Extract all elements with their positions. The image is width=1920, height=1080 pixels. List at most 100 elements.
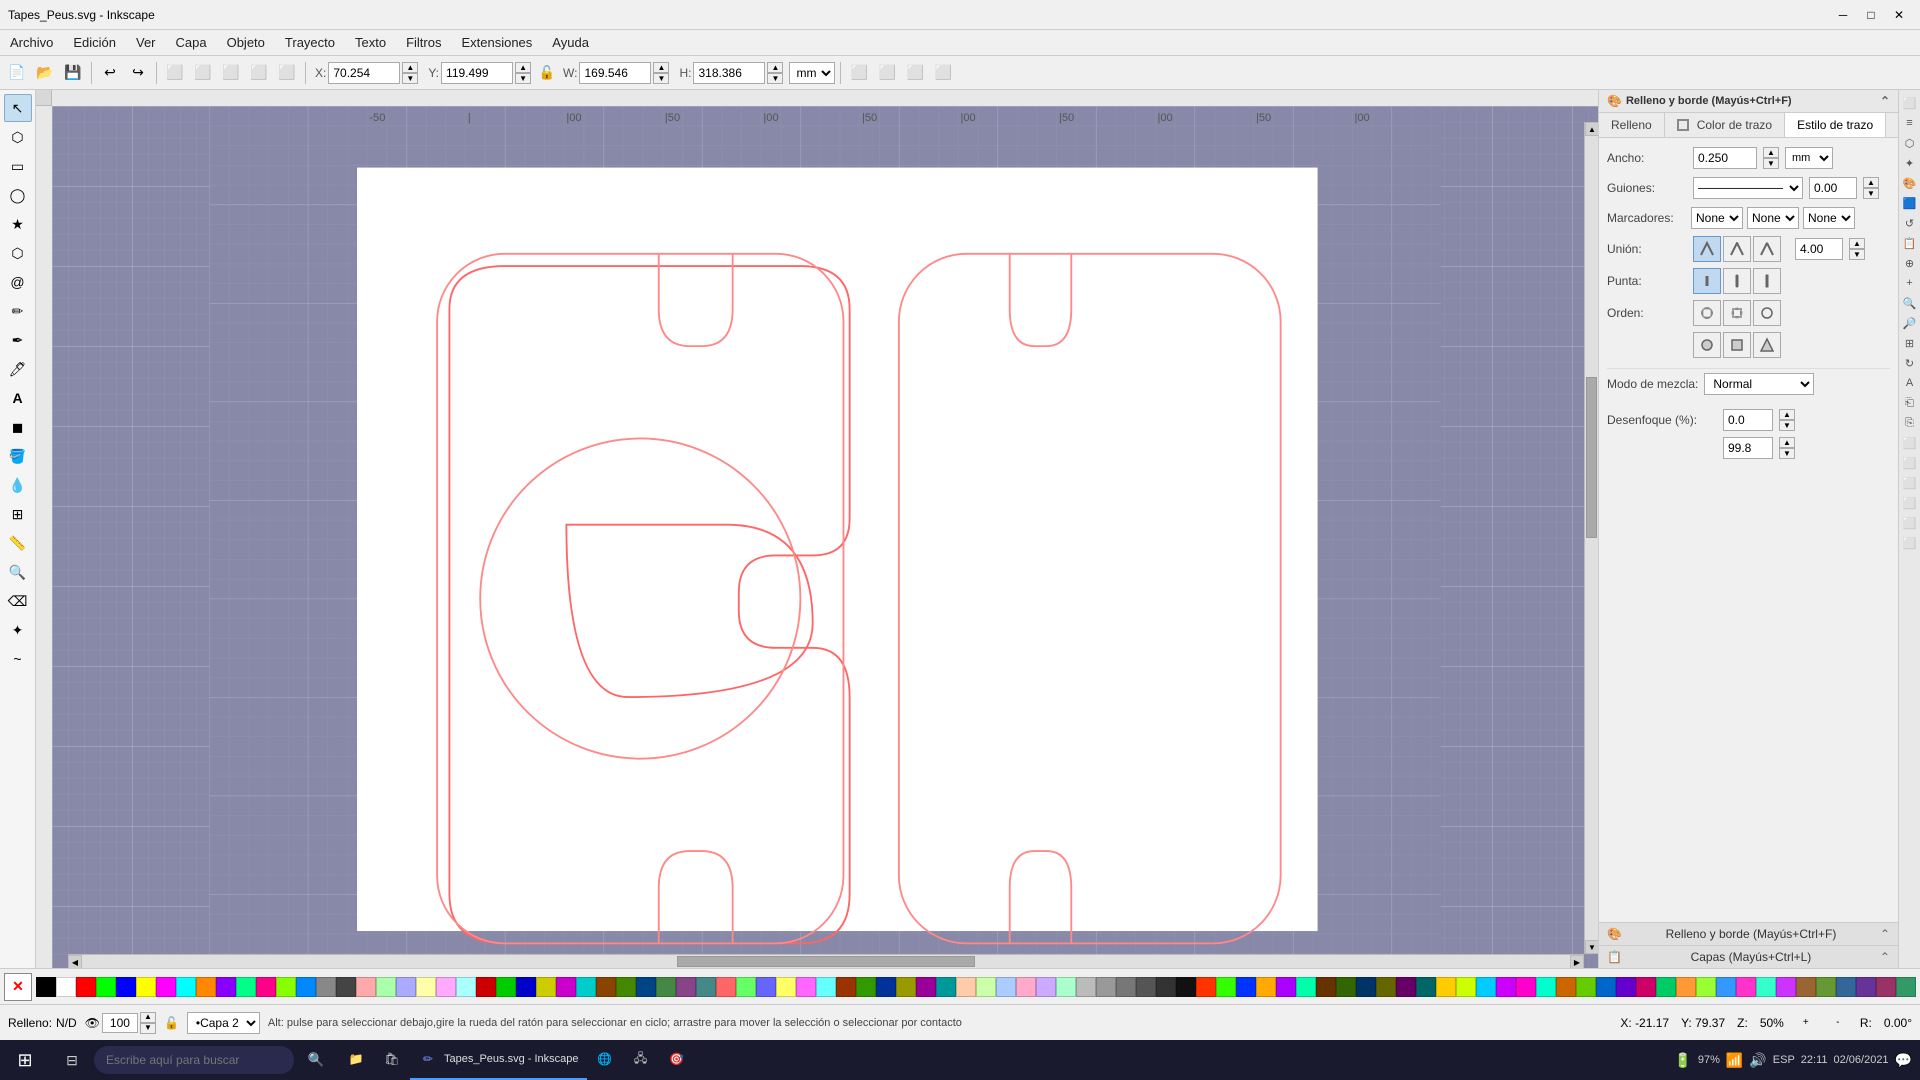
horizontal-scrollbar[interactable]: ◀ ▶ bbox=[68, 954, 1584, 968]
extra3[interactable]: ⬜ bbox=[1901, 474, 1919, 492]
palette-swatch-1[interactable] bbox=[56, 977, 76, 997]
eraser-tool[interactable]: ⌫ bbox=[4, 587, 32, 615]
palette-swatch-29[interactable] bbox=[616, 977, 636, 997]
scroll-up-btn[interactable]: ▲ bbox=[1585, 122, 1598, 136]
opacity-down[interactable]: ▼ bbox=[1779, 448, 1795, 459]
zoom-out-side[interactable]: 🔎 bbox=[1901, 314, 1919, 332]
align-center[interactable]: ⬜ bbox=[190, 60, 216, 86]
palette-swatch-84[interactable] bbox=[1716, 977, 1736, 997]
scroll-left-btn[interactable]: ◀ bbox=[68, 955, 82, 968]
palette-swatch-5[interactable] bbox=[136, 977, 156, 997]
palette-swatch-88[interactable] bbox=[1796, 977, 1816, 997]
canvas-area[interactable]: -50 | |00 |50 |00 |50 |00 |50 |00 |50 |0… bbox=[36, 90, 1598, 968]
palette-swatch-81[interactable] bbox=[1656, 977, 1676, 997]
star-tool[interactable]: ★ bbox=[4, 210, 32, 238]
connector-tool[interactable]: ⊞ bbox=[4, 500, 32, 528]
undo-button[interactable]: ↩ bbox=[97, 60, 123, 86]
palette-swatch-34[interactable] bbox=[716, 977, 736, 997]
undo-history-btn[interactable]: ↺ bbox=[1901, 214, 1919, 232]
palette-swatch-83[interactable] bbox=[1696, 977, 1716, 997]
palette-swatch-67[interactable] bbox=[1376, 977, 1396, 997]
palette-swatch-17[interactable] bbox=[376, 977, 396, 997]
3dbox-tool[interactable]: ⬡ bbox=[4, 239, 32, 267]
h-up[interactable]: ▲ bbox=[767, 62, 783, 73]
order-btn6[interactable] bbox=[1753, 332, 1781, 358]
palette-swatch-64[interactable] bbox=[1316, 977, 1336, 997]
palette-swatch-4[interactable] bbox=[116, 977, 136, 997]
menu-capa[interactable]: Capa bbox=[166, 32, 217, 53]
palette-swatch-63[interactable] bbox=[1296, 977, 1316, 997]
minimize-button[interactable]: ─ bbox=[1830, 5, 1856, 25]
extra2[interactable]: ⬜ bbox=[1901, 454, 1919, 472]
palette-swatch-33[interactable] bbox=[696, 977, 716, 997]
node-tool[interactable]: ⬡ bbox=[4, 123, 32, 151]
palette-swatch-7[interactable] bbox=[176, 977, 196, 997]
sculpt-tool[interactable]: ~ bbox=[4, 645, 32, 673]
redo-button[interactable]: ↪ bbox=[125, 60, 151, 86]
zoom-out-status[interactable]: - bbox=[1828, 1013, 1848, 1033]
text-tool[interactable]: A bbox=[4, 384, 32, 412]
palette-swatch-72[interactable] bbox=[1476, 977, 1496, 997]
order-btn5[interactable] bbox=[1723, 332, 1751, 358]
y-down[interactable]: ▼ bbox=[515, 73, 531, 84]
ellipse-tool[interactable]: ◯ bbox=[4, 181, 32, 209]
taskbar-search-input[interactable] bbox=[94, 1046, 294, 1074]
palette-swatch-90[interactable] bbox=[1836, 977, 1856, 997]
extra1[interactable]: ⬜ bbox=[1901, 434, 1919, 452]
taskbar-greenshot[interactable]: 🎯 bbox=[659, 1040, 695, 1080]
palette-swatch-39[interactable] bbox=[816, 977, 836, 997]
palette-swatch-3[interactable] bbox=[96, 977, 116, 997]
extra4[interactable]: ⬜ bbox=[1901, 494, 1919, 512]
palette-swatch-25[interactable] bbox=[536, 977, 556, 997]
palette-swatch-54[interactable] bbox=[1116, 977, 1136, 997]
start-button[interactable]: ⊞ bbox=[0, 1040, 50, 1080]
palette-swatch-76[interactable] bbox=[1556, 977, 1576, 997]
taskbar-store[interactable]: 🛍 bbox=[374, 1040, 410, 1080]
palette-swatch-45[interactable] bbox=[936, 977, 956, 997]
ancho-input[interactable] bbox=[1693, 147, 1757, 169]
align-right[interactable]: ⬜ bbox=[218, 60, 244, 86]
palette-swatch-73[interactable] bbox=[1496, 977, 1516, 997]
scroll-right-btn[interactable]: ▶ bbox=[1570, 955, 1584, 968]
cap-round[interactable] bbox=[1723, 268, 1751, 294]
zoom-canvas-tool[interactable]: 🔍 bbox=[4, 558, 32, 586]
palette-swatch-82[interactable] bbox=[1676, 977, 1696, 997]
y-input[interactable] bbox=[441, 62, 513, 84]
palette-swatch-18[interactable] bbox=[396, 977, 416, 997]
swatches-btn[interactable]: 🟦 bbox=[1901, 194, 1919, 212]
taskbar-chrome[interactable]: 🌐 bbox=[587, 1040, 623, 1080]
transform-btn1[interactable]: ⬜ bbox=[846, 60, 872, 86]
palette-swatch-12[interactable] bbox=[276, 977, 296, 997]
palette-swatch-15[interactable] bbox=[336, 977, 356, 997]
new-button[interactable]: 📄 bbox=[4, 60, 30, 86]
palette-swatch-78[interactable] bbox=[1596, 977, 1616, 997]
paste-side[interactable]: ⎘ bbox=[1901, 414, 1919, 432]
menu-ayuda[interactable]: Ayuda bbox=[542, 32, 599, 53]
clipboard-btn[interactable]: 📋 bbox=[1901, 234, 1919, 252]
palette-swatch-52[interactable] bbox=[1076, 977, 1096, 997]
taskbar-filezilla[interactable]: 🖧 bbox=[623, 1040, 659, 1080]
transform-btn2[interactable]: ⬜ bbox=[874, 60, 900, 86]
objects-btn[interactable]: ⬡ bbox=[1901, 134, 1919, 152]
palette-swatch-13[interactable] bbox=[296, 977, 316, 997]
zoom-in-status[interactable]: + bbox=[1796, 1013, 1816, 1033]
palette-swatch-19[interactable] bbox=[416, 977, 436, 997]
palette-swatch-22[interactable] bbox=[476, 977, 496, 997]
rectangle-tool[interactable]: ▭ bbox=[4, 152, 32, 180]
join-bevel[interactable] bbox=[1753, 236, 1781, 262]
palette-swatch-43[interactable] bbox=[896, 977, 916, 997]
palette-swatch-58[interactable] bbox=[1196, 977, 1216, 997]
palette-swatch-89[interactable] bbox=[1816, 977, 1836, 997]
palette-swatch-16[interactable] bbox=[356, 977, 376, 997]
menu-extensiones[interactable]: Extensiones bbox=[451, 32, 542, 53]
opacity-status-input[interactable] bbox=[102, 1013, 138, 1033]
menu-ver[interactable]: Ver bbox=[126, 32, 166, 53]
paint-bucket-tool[interactable]: 🪣 bbox=[4, 442, 32, 470]
palette-swatch-79[interactable] bbox=[1616, 977, 1636, 997]
scroll-down-btn[interactable]: ▼ bbox=[1585, 940, 1598, 954]
palette-swatch-87[interactable] bbox=[1776, 977, 1796, 997]
palette-swatch-56[interactable] bbox=[1156, 977, 1176, 997]
palette-swatch-37[interactable] bbox=[776, 977, 796, 997]
extra5[interactable]: ⬜ bbox=[1901, 514, 1919, 532]
x-down[interactable]: ▼ bbox=[402, 73, 418, 84]
